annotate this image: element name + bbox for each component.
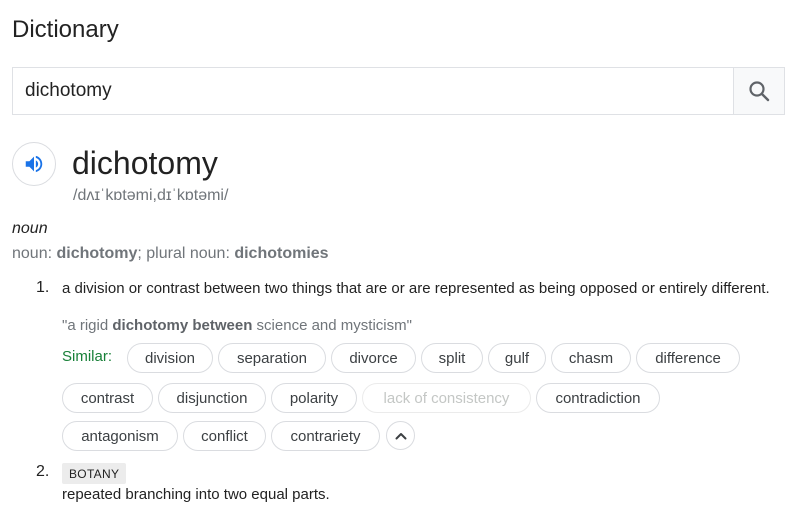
synonym-chip[interactable]: chasm: [551, 343, 631, 373]
similar-label: Similar:: [62, 348, 113, 365]
synonym-chip[interactable]: contradiction: [536, 383, 660, 413]
page-title: Dictionary: [12, 16, 119, 43]
example-close: science and mysticism": [252, 317, 412, 334]
pronunciation-button[interactable]: [12, 142, 56, 186]
search-icon: [749, 81, 770, 102]
speaker-icon: [25, 155, 43, 173]
phonetic-spelling: /dʌɪˈkɒtəmi,dɪˈkɒtəmi/: [73, 187, 229, 204]
synonym-chip[interactable]: disjunction: [158, 383, 266, 413]
definition-text: repeated branching into two equal parts.: [62, 486, 330, 503]
search-button[interactable]: [733, 68, 784, 114]
search-bar: [12, 67, 785, 115]
forms-plural: dichotomies: [234, 245, 329, 262]
forms-singular: dichotomy: [56, 245, 138, 262]
example-open: "a rigid: [62, 317, 113, 334]
synonym-chip[interactable]: split: [421, 343, 483, 373]
domain-label: BOTANY: [62, 463, 127, 484]
part-of-speech: noun: [12, 220, 48, 237]
example-sentence: "a rigid dichotomy between science and m…: [62, 317, 412, 334]
chevron-up-icon: [395, 432, 406, 439]
forms-noun-label: noun:: [12, 245, 57, 262]
forms-plural-label: ; plural noun:: [137, 245, 235, 262]
synonym-chip[interactable]: divorce: [331, 343, 416, 373]
synonym-chip[interactable]: antagonism: [62, 421, 178, 451]
definition-text: a division or contrast between two thing…: [62, 280, 770, 297]
sense-number: 2.: [36, 463, 50, 480]
sense-number: 1.: [36, 279, 50, 296]
example-bold: dichotomy between: [112, 317, 253, 334]
synonym-chip[interactable]: polarity: [271, 383, 357, 413]
synonym-chip[interactable]: gulf: [488, 343, 546, 373]
synonym-chip[interactable]: contrast: [62, 383, 153, 413]
synonym-chip[interactable]: difference: [636, 343, 740, 373]
synonym-chip[interactable]: contrariety: [271, 421, 380, 451]
search-input[interactable]: [13, 68, 733, 114]
synonym-chip[interactable]: conflict: [183, 421, 266, 451]
collapse-synonyms-button[interactable]: [386, 421, 415, 450]
headword: dichotomy: [72, 145, 218, 181]
synonym-chip[interactable]: separation: [218, 343, 326, 373]
word-forms: noun: dichotomy; plural noun: dichotomie…: [12, 245, 329, 263]
synonym-chip[interactable]: division: [127, 343, 213, 373]
synonym-chip-disabled: lack of consistency: [362, 383, 531, 413]
